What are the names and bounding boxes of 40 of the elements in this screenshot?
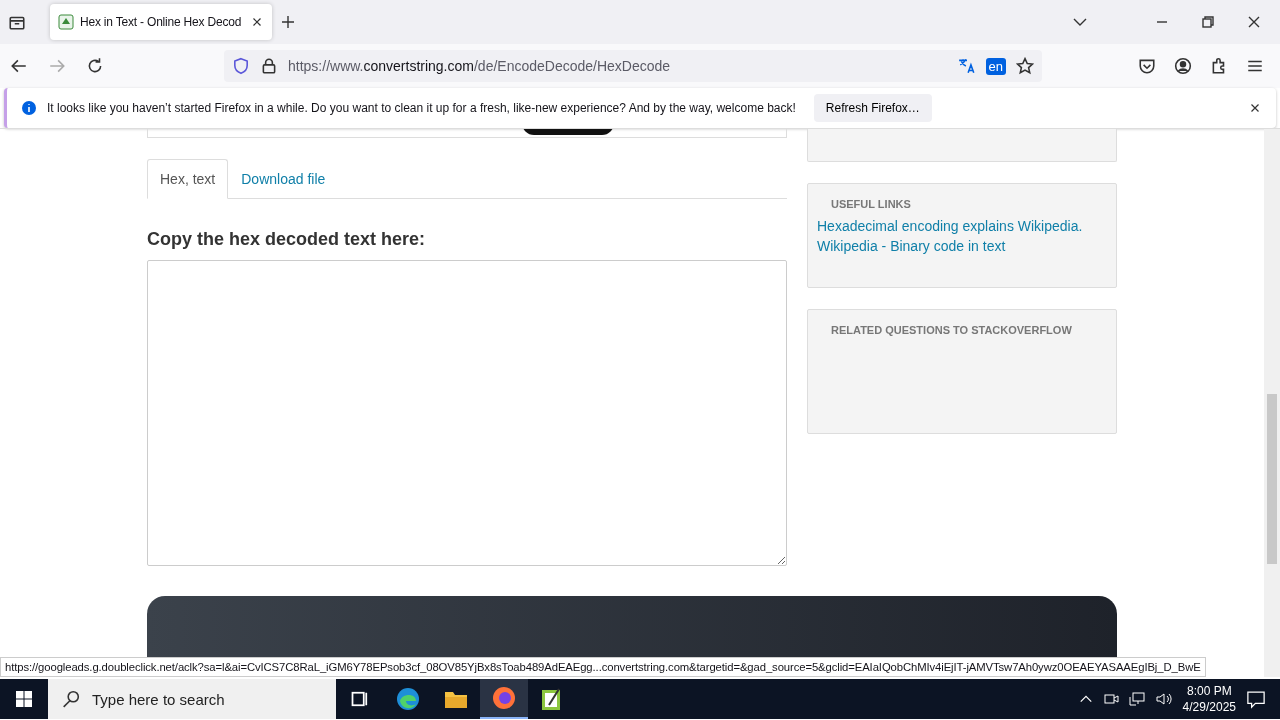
lock-icon xyxy=(260,57,278,75)
sidebar-link[interactable]: Wikipedia - Binary code in text xyxy=(817,236,1107,256)
page-tab[interactable]: Download file xyxy=(228,159,339,199)
shield-icon[interactable] xyxy=(232,57,250,75)
star-icon[interactable] xyxy=(1016,57,1034,75)
panel-title: USEFUL LINKS xyxy=(830,198,912,210)
network-icon[interactable] xyxy=(1128,691,1145,707)
status-url: https://googleads.g.doubleclick.net/aclk?sa=l&ai=CvICS7C8RaL_iGM6Y78EPsob3cf_08OV85YjBx8sToab489AdEAEgg...convertstring.com&targetid=&gad_source=5&gclid=EAIaIQobChMIv4iEjIT-jAMVTsw7Ah0ywz0OEAEYASAAEgIBj_D_BwE xyxy=(0,657,1206,677)
language-badge[interactable]: en xyxy=(985,57,1006,75)
notepad-icon[interactable] xyxy=(541,687,563,711)
address-bar[interactable]: https://www.convertstring.com/de/EncodeDecode/HexDecode en xyxy=(224,50,1042,82)
folder-icon[interactable] xyxy=(444,689,468,709)
clock[interactable]: 8:00 PM 4/29/2025 xyxy=(1182,684,1236,714)
close-icon[interactable] xyxy=(1246,14,1262,30)
camera-icon[interactable] xyxy=(1102,691,1119,707)
back-icon[interactable] xyxy=(10,57,28,75)
translate-icon[interactable] xyxy=(957,57,976,75)
url-text: https://www.convertstring.com/de/EncodeDecode/HexDecode xyxy=(288,58,672,74)
new-tab-icon[interactable] xyxy=(280,14,296,30)
windows-start-icon[interactable] xyxy=(16,691,32,707)
restore-icon[interactable] xyxy=(1200,14,1216,30)
scrollbar[interactable] xyxy=(1264,129,1280,677)
search-icon xyxy=(62,690,80,708)
notifications-icon[interactable] xyxy=(1246,689,1266,709)
output-field[interactable] xyxy=(147,260,787,566)
volume-icon[interactable] xyxy=(1154,691,1173,707)
notification-message: It looks like you haven’t started Firefox in a while. Do you want to clean it up for a fresh, like-new experience? And by the way, welcome back! xyxy=(47,101,796,115)
pocket-icon[interactable] xyxy=(1138,57,1156,75)
sidebar-link[interactable]: Hexadecimal encoding explains Wikipedia. xyxy=(817,216,1107,236)
reload-icon[interactable] xyxy=(86,57,104,75)
info-icon xyxy=(21,100,37,116)
browser-tab[interactable]: Hex in Text - Online Hex Decod xyxy=(50,4,272,40)
panel-title: RELATED QUESTIONS TO STACKOVERFLOW xyxy=(830,324,1073,336)
site-icon xyxy=(58,14,74,30)
task-view-icon[interactable] xyxy=(350,689,370,709)
page-tab[interactable]: Hex, text xyxy=(147,159,229,199)
account-icon[interactable] xyxy=(1174,57,1192,75)
section-heading: Copy the hex decoded text here: xyxy=(147,229,427,250)
refresh-button[interactable]: Refresh Firefox… xyxy=(813,94,932,122)
taskbar-search[interactable]: Type here to search xyxy=(48,679,336,719)
